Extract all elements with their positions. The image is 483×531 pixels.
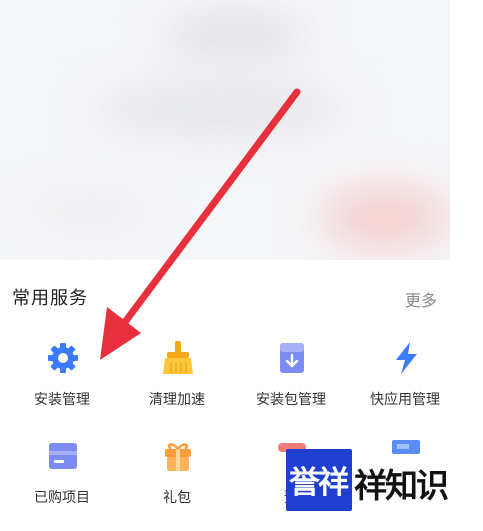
watermark-box-text: 誉祥 <box>289 465 349 501</box>
watermark-logo: 誉祥 祥知识 <box>286 449 462 511</box>
service-label: 清理加速 <box>149 392 205 408</box>
service-label: 快应用管理 <box>370 392 440 408</box>
package-download-icon <box>280 343 304 373</box>
service-install-manager[interactable]: 安装管理 <box>7 340 117 430</box>
watermark-box: 誉祥 <box>286 449 352 511</box>
service-label: 礼包 <box>163 490 191 506</box>
gift-icon <box>165 443 191 471</box>
service-package-manager[interactable]: 安装包管理 <box>236 340 346 430</box>
broom-icon <box>163 341 193 374</box>
section-title: 常用服务 <box>12 288 88 309</box>
service-purchased-items[interactable]: 已购项目 <box>7 438 117 528</box>
lightning-icon <box>396 342 417 374</box>
blurred-background <box>0 0 450 260</box>
service-label: 安装包管理 <box>256 392 326 408</box>
more-link[interactable]: 更多 <box>405 287 437 311</box>
service-label: 安装管理 <box>34 392 90 408</box>
purchased-card-icon <box>49 443 77 469</box>
gear-icon <box>48 343 78 373</box>
service-gift-pack[interactable]: 礼包 <box>122 438 232 528</box>
watermark-text: 祥知识 <box>354 466 449 505</box>
service-quick-app-manager[interactable]: 快应用管理 <box>350 340 460 430</box>
service-cleanup-speedup[interactable]: 清理加速 <box>122 340 232 430</box>
service-label: 已购项目 <box>34 490 90 506</box>
